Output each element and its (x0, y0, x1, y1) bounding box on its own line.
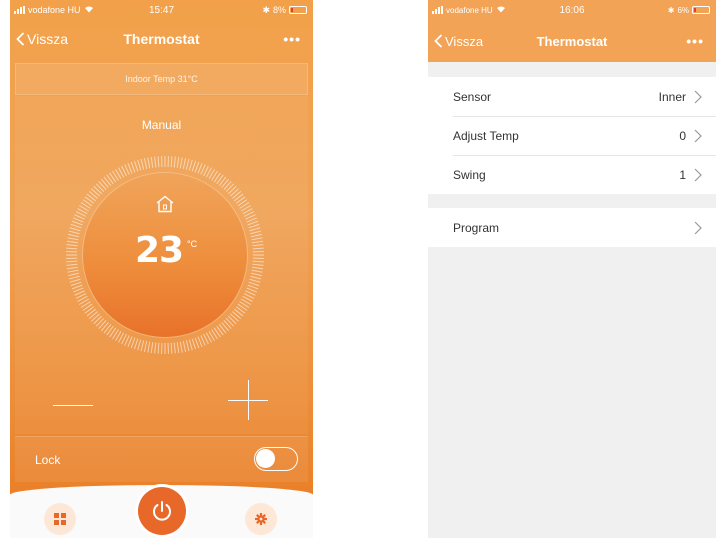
nav-bar: Vissza Thermostat ••• (428, 20, 716, 62)
bluetooth-icon: ✱ (262, 4, 270, 15)
increase-temp-button[interactable] (228, 380, 268, 420)
bluetooth-icon: ✱ (667, 5, 675, 15)
program-list: Program (428, 208, 716, 247)
carrier-info: vodafone HU (432, 5, 506, 15)
settings-row-adjust-temp[interactable]: Adjust Temp 0 (428, 116, 716, 155)
decrease-temp-button[interactable] (53, 390, 107, 420)
grid-icon (54, 513, 66, 525)
back-label: Vissza (445, 33, 484, 49)
battery-info: ✱ 8% (262, 5, 307, 16)
carrier-name: vodafone HU (446, 5, 493, 15)
thermostat-screen: vodafone HU 15:47 ✱ 8% Vissza Thermostat… (10, 0, 313, 538)
wifi-icon (496, 5, 506, 15)
row-label: Sensor (453, 89, 492, 104)
indoor-temp-bar: Indoor Temp 31°C (15, 63, 308, 95)
bottom-tab-bar (10, 485, 313, 538)
carrier-name: vodafone HU (28, 5, 81, 15)
signal-icon (14, 6, 25, 14)
wifi-icon (84, 5, 94, 15)
carrier-info: vodafone HU (14, 5, 94, 15)
battery-percent: 6% (677, 5, 689, 15)
back-button[interactable]: Vissza (434, 34, 483, 49)
more-button[interactable]: ••• (283, 31, 301, 47)
back-button[interactable]: Vissza (16, 31, 68, 47)
row-label: Adjust Temp (453, 128, 519, 143)
row-value: 1 (679, 167, 686, 182)
setpoint-value: 23 (135, 230, 184, 271)
chevron-left-icon (434, 34, 443, 48)
page-title: Thermostat (536, 33, 608, 49)
indoor-temp-label: Indoor Temp 31°C (125, 74, 198, 84)
more-button[interactable]: ••• (686, 33, 704, 49)
gear-icon (255, 513, 267, 525)
chevron-right-icon (694, 129, 702, 143)
power-icon (153, 501, 171, 521)
settings-row-swing[interactable]: Swing 1 (428, 155, 716, 194)
chevron-left-icon (16, 32, 25, 46)
tab-devices[interactable] (44, 503, 76, 535)
status-bar: vodafone HU 15:47 ✱ 8% (10, 0, 313, 20)
lock-toggle[interactable] (254, 447, 298, 471)
tab-settings[interactable] (245, 503, 277, 535)
signal-icon (432, 6, 443, 14)
chevron-right-icon (694, 221, 702, 235)
nav-bar: Vissza Thermostat ••• (10, 22, 313, 56)
mode-label[interactable]: Manual (10, 118, 313, 132)
settings-row-sensor[interactable]: Sensor Inner (428, 77, 716, 116)
row-value: 0 (679, 128, 686, 143)
lock-row: Lock (15, 436, 308, 482)
page-title: Thermostat (123, 31, 200, 47)
status-bar: vodafone HU 16:06 ✱ 6% (428, 0, 716, 20)
back-label: Vissza (27, 31, 68, 47)
lock-label: Lock (35, 452, 61, 467)
thermostat-settings-screen: vodafone HU 16:06 ✱ 6% Vissza Thermostat… (428, 0, 716, 538)
settings-list: Sensor Inner Adjust Temp 0 Swing 1 (428, 77, 716, 194)
toggle-knob (256, 449, 275, 468)
battery-percent: 8% (272, 5, 286, 15)
row-label: Program (453, 220, 500, 235)
battery-info: ✱ 6% (668, 6, 710, 15)
row-label: Swing (453, 167, 486, 182)
status-time: 16:06 (559, 4, 585, 16)
settings-row-program[interactable]: Program (428, 208, 716, 247)
home-icon (156, 195, 174, 213)
setpoint-unit: °C (187, 239, 198, 249)
chevron-right-icon (694, 90, 702, 104)
chevron-right-icon (694, 168, 702, 182)
battery-icon (692, 6, 710, 14)
row-value: Inner (658, 89, 686, 104)
power-button[interactable] (138, 487, 186, 535)
temperature-dial[interactable]: 23 °C (65, 155, 265, 355)
battery-icon (289, 6, 307, 14)
status-time: 15:47 (148, 4, 175, 16)
